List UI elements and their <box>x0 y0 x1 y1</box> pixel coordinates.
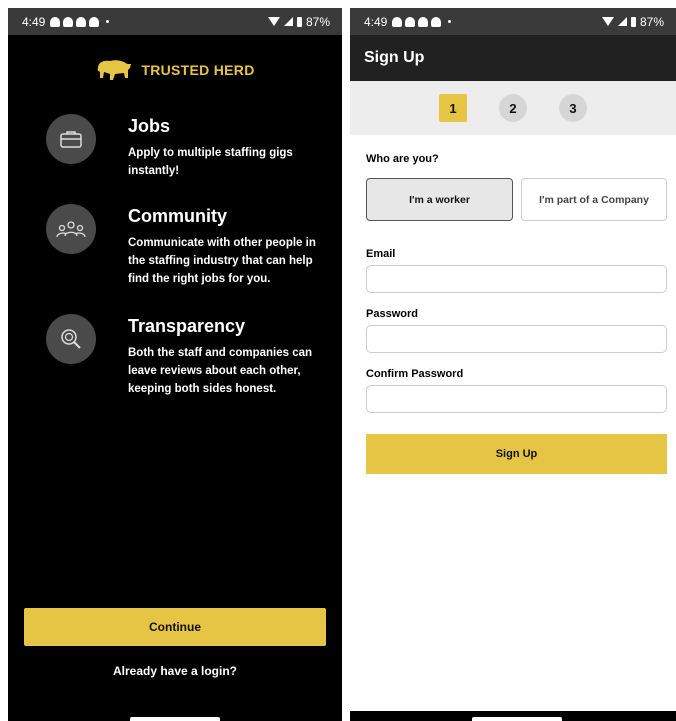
password-field[interactable] <box>366 325 667 353</box>
feature-description: Both the staff and companies can leave r… <box>128 347 313 395</box>
home-indicator[interactable] <box>130 717 220 721</box>
company-role-button[interactable]: I'm part of a Company <box>521 178 667 221</box>
step-3[interactable]: 3 <box>559 94 587 122</box>
snapchat-icon <box>89 16 100 27</box>
feature-title: Community <box>128 206 227 226</box>
signup-screen: 4:49 87% Sign Up 1 2 3 Who are you? I'm … <box>350 8 676 721</box>
battery-percent: 87% <box>305 14 330 29</box>
step-indicator: 1 2 3 <box>350 81 676 135</box>
battery-percent: 87% <box>639 14 664 29</box>
wifi-icon <box>267 17 280 26</box>
email-field[interactable] <box>366 265 667 293</box>
feature-description: Communicate with other people in the sta… <box>128 237 316 285</box>
snapchat-icon <box>418 16 429 27</box>
snapchat-icon <box>431 16 442 27</box>
snapchat-icon <box>392 16 403 27</box>
feature-description: Apply to multiple staffing gigs instantl… <box>128 147 293 177</box>
snapchat-icon <box>76 16 87 27</box>
status-bar: 4:49 87% <box>8 8 342 35</box>
confirm-password-field[interactable] <box>366 385 667 413</box>
home-indicator[interactable] <box>472 717 562 721</box>
feature-icon-circle <box>46 204 96 254</box>
confirm-password-label: Confirm Password <box>366 368 464 380</box>
bison-icon <box>97 60 132 80</box>
step-2[interactable]: 2 <box>499 94 527 122</box>
brand-name: TRUSTED HERD <box>141 62 255 78</box>
feature-icon-circle <box>46 314 96 364</box>
briefcase-icon <box>60 131 82 148</box>
wifi-icon <box>601 17 614 26</box>
status-time: 4:49 <box>22 14 46 29</box>
snapchat-icon <box>63 16 74 27</box>
password-label: Password <box>366 308 418 320</box>
email-label: Email <box>366 248 396 260</box>
feature-title: Transparency <box>128 316 246 336</box>
login-link[interactable]: Already have a login? <box>8 664 342 678</box>
battery-icon <box>296 16 302 27</box>
brand-logo: TRUSTED HERD <box>8 58 342 82</box>
step-1[interactable]: 1 <box>439 94 467 122</box>
notification-dot-icon <box>106 20 110 23</box>
snapchat-icon <box>50 16 61 27</box>
continue-button[interactable]: Continue <box>24 608 326 646</box>
app-bar: Sign Up <box>350 35 676 81</box>
welcome-screen: 4:49 87% TRUSTED HERD Jobs Apply to mult… <box>8 8 342 721</box>
snapchat-icon <box>405 16 416 27</box>
who-label: Who are you? <box>366 153 439 165</box>
navigation-bar <box>350 711 676 721</box>
page-title: Sign Up <box>364 49 425 66</box>
notification-dot-icon <box>448 20 452 23</box>
signal-icon <box>283 17 293 26</box>
search-icon <box>61 329 81 349</box>
status-time: 4:49 <box>364 14 388 29</box>
feature-title: Jobs <box>128 116 171 136</box>
community-icon <box>56 221 86 238</box>
sign-up-button[interactable]: Sign Up <box>366 434 667 474</box>
worker-role-button[interactable]: I'm a worker <box>366 178 513 221</box>
feature-icon-circle <box>46 114 96 164</box>
status-bar: 4:49 87% <box>350 8 676 35</box>
signal-icon <box>617 17 627 26</box>
battery-icon <box>630 16 636 27</box>
